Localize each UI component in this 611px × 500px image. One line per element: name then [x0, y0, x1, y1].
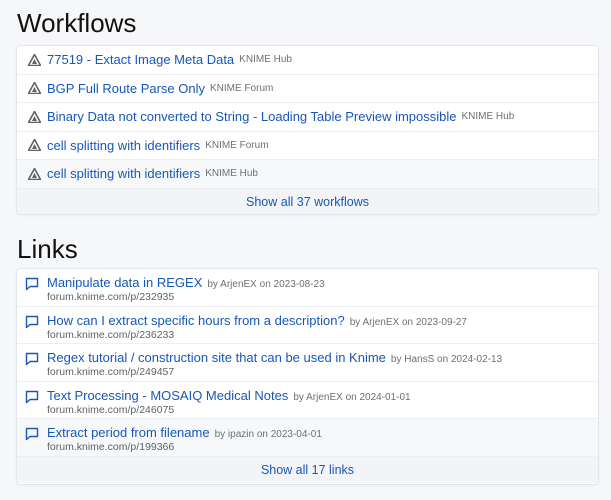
link-title[interactable]: Manipulate data in REGEX: [47, 275, 202, 290]
workflow-link[interactable]: cell splitting with identifiers: [47, 166, 200, 181]
knime-workflow-icon: [27, 81, 41, 95]
chat-bubble-icon: [25, 390, 39, 404]
workflow-source: KNIME Forum: [210, 82, 274, 94]
workflow-source: KNIME Hub: [239, 54, 292, 66]
knime-workflow-icon: [27, 53, 41, 67]
link-meta: by ipazin on 2023-04-01: [214, 429, 322, 440]
link-title[interactable]: How can I extract specific hours from a …: [47, 313, 345, 328]
link-meta: by HansS on 2024-02-13: [390, 354, 503, 365]
workflow-row[interactable]: cell splitting with identifiers KNIME Fo…: [17, 132, 598, 160]
link-url: forum.knime.com/p/249457: [47, 366, 175, 378]
link-row[interactable]: Extract period from filename by ipazin o…: [17, 419, 598, 457]
chat-bubble-icon: [25, 277, 39, 291]
chat-bubble-icon: [25, 427, 39, 441]
link-row[interactable]: Text Processing - MOSAIQ Medical Notes b…: [17, 382, 598, 419]
workflow-source: KNIME Hub: [461, 111, 515, 123]
chat-bubble-icon: [25, 315, 39, 329]
link-meta: by ArjenEX on 2023-09-27: [349, 316, 467, 328]
workflow-link[interactable]: cell splitting with identifiers: [47, 138, 200, 153]
knime-workflow-icon: [27, 138, 41, 152]
workflow-row[interactable]: cell splitting with identifiers KNIME Hu…: [17, 160, 598, 189]
workflows-heading: Workflows: [17, 8, 137, 38]
link-row[interactable]: Regex tutorial / construction site that …: [17, 344, 598, 382]
link-url: forum.knime.com/p/246075: [47, 403, 175, 416]
link-meta: by ArjenEX on 2023-08-23: [207, 279, 325, 290]
workflow-source: KNIME Hub: [205, 168, 258, 180]
workflow-row[interactable]: Binary Data not converted to String - Lo…: [17, 103, 598, 132]
link-url: forum.knime.com/p/199366: [47, 441, 175, 453]
links-card: Manipulate data in REGEX by ArjenEX on 2…: [16, 268, 599, 485]
workflow-row[interactable]: BGP Full Route Parse Only KNIME Forum: [17, 75, 598, 103]
workflow-source: KNIME Forum: [205, 139, 269, 151]
workflow-link[interactable]: 77519 - Extact Image Meta Data: [47, 52, 234, 67]
link-title[interactable]: Extract period from filename: [47, 425, 210, 440]
workflow-row[interactable]: 77519 - Extact Image Meta Data KNIME Hub: [17, 46, 598, 75]
workflow-link[interactable]: Binary Data not converted to String - Lo…: [47, 109, 456, 124]
knime-workflow-icon: [27, 110, 41, 124]
link-title[interactable]: Regex tutorial / construction site that …: [47, 350, 386, 365]
workflow-link[interactable]: BGP Full Route Parse Only: [47, 81, 205, 96]
link-row[interactable]: Manipulate data in REGEX by ArjenEX on 2…: [17, 269, 598, 307]
knime-workflow-icon: [27, 167, 41, 181]
show-all-workflows-button[interactable]: Show all 37 workflows: [17, 188, 598, 214]
link-title[interactable]: Text Processing - MOSAIQ Medical Notes: [47, 388, 288, 403]
chat-bubble-icon: [25, 352, 39, 366]
links-heading: Links: [17, 234, 78, 264]
link-meta: by ArjenEX on 2024-01-01: [293, 391, 411, 403]
link-url: forum.knime.com/p/232935: [47, 291, 175, 303]
show-all-links-button[interactable]: Show all 17 links: [17, 456, 598, 483]
link-row[interactable]: How can I extract specific hours from a …: [17, 307, 598, 344]
link-url: forum.knime.com/p/236233: [47, 328, 175, 341]
workflows-card: 77519 - Extact Image Meta Data KNIME Hub…: [16, 45, 599, 215]
